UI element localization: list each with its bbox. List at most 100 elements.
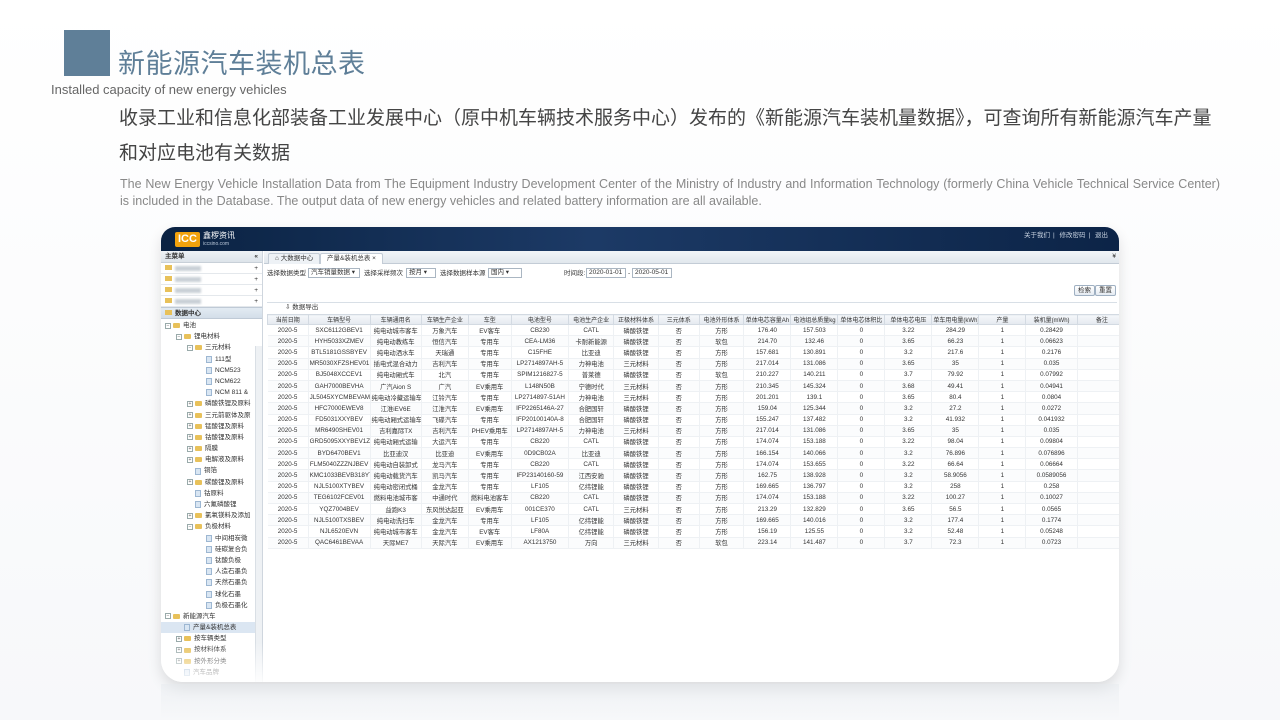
table-row[interactable]: 2020-5 TEG6102FCEV01 燃料电池城市客 中通时代 燃料电池客车 CB22… (267, 492, 1119, 505)
tree-node[interactable]: 天然石墨负 (161, 577, 262, 588)
column-header[interactable]: 电池组总质量kg (790, 314, 839, 325)
tree-node[interactable]: − 新能源汽车 (161, 611, 262, 622)
tree-node[interactable]: + 氯氧镁料及添加 (161, 510, 262, 521)
expand-icon[interactable]: + (187, 412, 193, 419)
tab-installed-capacity[interactable]: 产量&装机总表 × (320, 253, 383, 264)
column-header[interactable]: 车辆型号 (307, 314, 371, 325)
table-row[interactable]: 2020-5 GAH7000BEVHA 广汽Aion S 广汽 EV乘用车 L148N50… (267, 380, 1119, 393)
column-header[interactable]: 单体电芯容量Ah (743, 314, 792, 325)
collapse-icon[interactable]: − (176, 333, 182, 340)
sidebar-scrollbar[interactable] (255, 346, 262, 682)
tree-node[interactable]: 产量&装机总表 (161, 622, 262, 634)
sidebar-group[interactable]: + (161, 274, 262, 285)
table-row[interactable]: 2020-5 NJL5100XTYBEV 纯电动密闭式桶 金龙汽车 专用车 LF105 亿纬… (267, 481, 1119, 493)
table-row[interactable]: 2020-5 BJ5048XCCEV1 纯电动厢式车 北汽 专用车 SPIM1216827… (267, 369, 1119, 381)
table-row[interactable]: 2020-5 SXC6112GBEV1 纯电动城市客车 万象汽车 EV客车 CB230 CA… (267, 324, 1119, 337)
column-header[interactable]: 当前日期 (267, 314, 309, 325)
expand-icon[interactable]: + (187, 434, 193, 441)
collapse-icon[interactable]: − (187, 344, 193, 351)
column-header[interactable]: 单车用电量(kWh) (931, 314, 980, 325)
sidebar-group[interactable]: + (161, 263, 262, 274)
tree-node[interactable]: 球化石墨 (161, 589, 262, 600)
sidebar-group[interactable]: + (161, 296, 262, 307)
close-icon[interactable]: × (372, 255, 376, 262)
tree-node[interactable]: + 锰酸锂及原料 (161, 421, 262, 432)
collapse-icon[interactable]: − (187, 523, 193, 530)
tree-node[interactable]: − 负极材料 (161, 521, 262, 532)
top-link-about[interactable]: 关于我们 (1024, 232, 1050, 239)
tree-node[interactable]: 钴原料 (161, 488, 262, 499)
collapse-icon[interactable]: − (165, 322, 171, 329)
sidebar-group[interactable]: + (161, 285, 262, 296)
collapse-icon[interactable]: − (165, 613, 171, 620)
expand-icon[interactable]: + (187, 423, 193, 430)
table-row[interactable]: 2020-5 NJL6520EVN 纯电动城市客车 金龙汽车 EV客车 LF80A 亿纬锂能… (267, 525, 1119, 538)
column-header[interactable]: 三元体系 (657, 314, 700, 325)
column-header[interactable]: 电池型号 (510, 314, 570, 325)
table-row[interactable]: 2020-5 QAC6461BEVAA 天际ME7 天际汽车 EV乘用车 AX121375… (267, 537, 1119, 549)
tree-node[interactable]: 铜箔 (161, 465, 262, 476)
table-row[interactable]: 2020-5 GRD5095XXYBEV1Z1 纯电动厢式运输 大运汽车 专用车 CB22… (267, 436, 1119, 449)
top-link-password[interactable]: 修改密码 (1060, 232, 1086, 239)
column-header[interactable]: 装机量(mWh) (1025, 314, 1078, 325)
expand-icon[interactable]: + (176, 635, 182, 642)
tree-node[interactable]: 负极石墨化 (161, 600, 262, 611)
tree-node[interactable]: NCM523 (161, 365, 262, 376)
chevron-down-icon[interactable]: ¥ (1112, 253, 1116, 260)
expand-icon[interactable]: + (187, 400, 193, 407)
table-row[interactable]: 2020-5 JL5045XYCMBEVAM 纯电动冷藏运输车 江铃汽车 专用车 LP27… (267, 391, 1119, 404)
tree-node[interactable]: + 三元前驱体及原 (161, 410, 262, 421)
column-header[interactable]: 电池生产企业 (568, 314, 615, 325)
tab-data-center[interactable]: ⌂ 大数据中心 (268, 253, 321, 264)
column-header[interactable]: 正极材料体系 (613, 314, 659, 325)
table-row[interactable]: 2020-5 FD5031XXYBEV 纯电动厢式运输车 飞碟汽车 专用车 IFP2010… (267, 414, 1119, 426)
tree-node[interactable]: 111型 (161, 354, 262, 365)
tree-node[interactable]: 六氟磷酸锂 (161, 499, 262, 510)
column-header[interactable]: 单体电芯电压 (884, 314, 933, 325)
tree-node[interactable]: + 磷酸铁锂及原料 (161, 398, 262, 409)
table-row[interactable]: 2020-5 NJL5100TXSBEV 纯电动洗扫车 金龙汽车 专用车 LF105 亿纬锂… (267, 514, 1119, 527)
column-header[interactable]: 车辆通用名 (369, 314, 422, 325)
tree-node[interactable]: + 钴酸锂及原料 (161, 432, 262, 443)
collapse-sidebar-button[interactable]: « (254, 251, 258, 262)
expand-icon[interactable]: + (187, 512, 193, 519)
freq-select[interactable]: 按月 ▾ (406, 268, 436, 278)
column-header[interactable]: 车辆生产企业 (420, 314, 469, 325)
tree-node[interactable]: + 隔膜 (161, 443, 262, 454)
expand-icon[interactable]: + (187, 456, 193, 463)
tree-node[interactable]: 硅碳复合负 (161, 544, 262, 555)
sidebar-active-group[interactable]: 数据中心 (161, 307, 262, 319)
table-row[interactable]: 2020-5 MR6490SHEV01 吉利嘉际TX 吉利汽车 PHEV乘用车 LP271… (267, 425, 1119, 437)
type-select[interactable]: 汽车销量数据 ▾ (308, 268, 360, 278)
column-header[interactable]: 备注 (1076, 314, 1119, 325)
expand-icon[interactable]: + (187, 445, 193, 452)
tree-node[interactable]: − 电池 (161, 320, 262, 331)
column-header[interactable]: 产量 (978, 314, 1027, 325)
table-row[interactable]: 2020-5 KMC1033BEVB318YT 纯电动载货汽车 凯马汽车 专用车 IFP2… (267, 469, 1119, 482)
date-from-input[interactable]: 2020-01-01 (586, 268, 626, 278)
version-select[interactable]: 国内 ▾ (488, 268, 522, 278)
tree-node[interactable]: − 锂电材料 (161, 331, 262, 342)
table-row[interactable]: 2020-5 HFC7000EWEV8 江淮iEV6E 江淮汽车 EV乘用车 IFP226… (267, 402, 1119, 415)
tree-node[interactable]: NCM 811 & (161, 387, 262, 398)
table-row[interactable]: 2020-5 HYH5033XZMEV 纯电动教练车 恒信汽车 专用车 CEA-LM36 卡… (267, 335, 1119, 348)
date-to-input[interactable]: 2020-05-01 (632, 268, 672, 278)
table-row[interactable]: 2020-5 BYD6470BEV1 比亚迪汉 比亚迪 EV乘用车 0D9CB02A 比亚迪… (267, 447, 1119, 460)
tree-node[interactable]: NCM622 (161, 376, 262, 387)
column-header[interactable]: 电池外形体系 (698, 314, 745, 325)
tree-node[interactable]: 人造石墨负 (161, 566, 262, 577)
reset-button[interactable]: 重置 (1095, 285, 1116, 296)
table-row[interactable]: 2020-5 BTL5181GSSBYEV 纯电动洒水车 天瑞通 专用车 C15FHE 比亚… (267, 346, 1119, 359)
column-header[interactable]: 单体电芯体积比 (837, 314, 886, 325)
tree-node[interactable]: + 电解液及原料 (161, 454, 262, 465)
tree-node[interactable]: 钛酸负极 (161, 555, 262, 566)
table-row[interactable]: 2020-5 MR5030XFZSHEV01 插电式混合动力 吉利汽车 专用车 LP271… (267, 358, 1119, 370)
expand-icon[interactable]: + (187, 479, 193, 486)
search-button[interactable]: 检索 (1074, 285, 1095, 296)
tree-node[interactable]: + 碳酸锂及原料 (161, 477, 262, 488)
tree-node[interactable]: 中间相炭微 (161, 533, 262, 544)
export-button[interactable]: ⇩ 数据导出 (267, 302, 1117, 313)
table-row[interactable]: 2020-5 YQZ7004BEV 益跑K3 东风悦达起亚 EV乘用车 001CE370 C… (267, 503, 1119, 516)
column-header[interactable]: 车型 (467, 314, 512, 325)
tree-node[interactable]: − 三元材料 (161, 342, 262, 353)
